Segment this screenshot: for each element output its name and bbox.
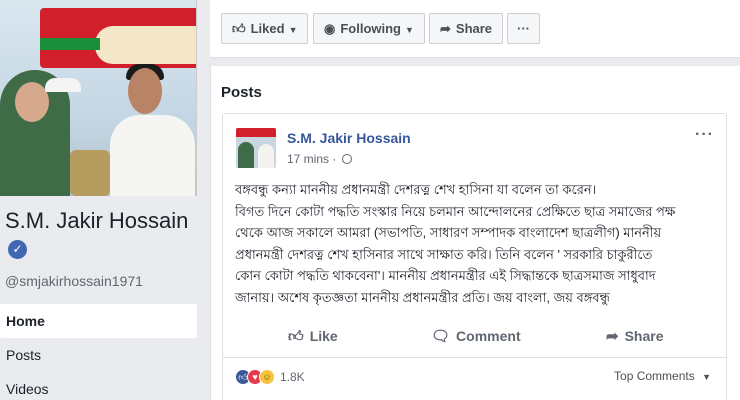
comment-button[interactable]: 🗨︎ Comment xyxy=(431,319,521,353)
top-comments-label: Top Comments xyxy=(614,369,695,383)
chevron-down-icon: ▼ xyxy=(288,25,298,35)
photo-banner-stripe xyxy=(40,38,100,50)
post-text-line: বঙ্গবন্ধু কন্যা মাননীয় প্রধানমন্ত্রী দে… xyxy=(235,182,597,197)
comment-bubble-icon: 🗨︎ xyxy=(431,328,451,345)
globe-icon xyxy=(341,154,352,164)
post-timestamp[interactable]: 17 mins · xyxy=(287,152,352,166)
avatar-banner xyxy=(236,128,276,137)
post-body: বঙ্গবন্ধু কন্যা মাননীয় প্রধানমন্ত্রী দে… xyxy=(235,179,715,308)
profile-photo[interactable] xyxy=(0,0,197,196)
post-text-line: প্রধানমন্ত্রী দেশরত্ন শেখ হাসিনার সাথে স… xyxy=(235,246,653,262)
share-page-button[interactable]: ➦ Share xyxy=(429,13,504,44)
photo-award xyxy=(70,150,110,196)
liked-button[interactable]: 👍︎ Liked ▼ xyxy=(221,13,309,44)
post-time-text: 17 mins xyxy=(287,152,330,166)
nav-item-videos[interactable]: Videos xyxy=(0,372,197,400)
thumbs-up-icon: 👍︎ xyxy=(232,21,246,36)
photo-cap xyxy=(45,78,81,92)
post-text-line: বিগত দিনে কোটা পদ্ধতি সংস্কার নিয়ে চলমা… xyxy=(235,203,676,219)
share-label: Share xyxy=(624,328,664,344)
post-card: S.M. Jakir Hossain 17 mins · ··· বঙ্গবন্… xyxy=(222,113,727,400)
following-label: Following xyxy=(340,21,401,36)
following-button[interactable]: ◉ Following ▼ xyxy=(313,13,425,44)
share-button[interactable]: ➦ Share xyxy=(606,319,664,353)
share-arrow-icon: ➦ xyxy=(606,328,619,345)
rss-icon: ◉ xyxy=(324,21,336,36)
photo-person-right-face xyxy=(128,68,162,114)
liked-label: Liked xyxy=(250,21,285,36)
photo-person-right xyxy=(110,115,195,196)
chevron-down-icon: ▼ xyxy=(405,25,414,35)
avatar[interactable] xyxy=(236,128,276,168)
page-action-bar: 👍︎ Liked ▼ ◉ Following ▼ ➦ Share ··· xyxy=(210,0,740,58)
chevron-down-icon: ▼ xyxy=(702,372,711,382)
post-menu-button[interactable]: ··· xyxy=(695,126,714,144)
avatar-person-right xyxy=(258,144,274,168)
nav-item-posts[interactable]: Posts xyxy=(0,338,197,372)
post-author-link[interactable]: S.M. Jakir Hossain xyxy=(287,130,411,146)
thumbs-up-icon: 👍︎ xyxy=(288,328,304,345)
like-label: Like xyxy=(309,328,338,344)
verified-badge-icon: ✓ xyxy=(8,240,27,259)
post-text-line: জানায়। অশেষ কৃতজ্ঞতা মাননীয় প্রধানমন্ত… xyxy=(235,289,610,305)
photo-banner xyxy=(40,8,196,68)
share-arrow-icon: ➦ xyxy=(440,21,451,36)
avatar-person-left xyxy=(238,142,254,168)
reaction-count: 1.8K xyxy=(280,370,305,384)
left-column: S.M. Jakir Hossain✓ @smjakirhossain1971 … xyxy=(0,0,205,400)
comment-label: Comment xyxy=(456,328,521,344)
divider xyxy=(223,357,726,358)
photo-banner-inner xyxy=(95,26,196,64)
page-title: S.M. Jakir Hossain ✓ xyxy=(5,208,195,260)
page-nav: Home Posts Videos xyxy=(0,304,197,400)
photo-person-left-face xyxy=(15,82,49,122)
more-options-button[interactable]: ··· xyxy=(507,13,540,44)
top-comments-dropdown[interactable]: Top Comments ▼ xyxy=(614,369,711,383)
nav-item-home[interactable]: Home xyxy=(0,304,197,338)
post-text-line: কোন কোটা পদ্ধতি থাকবেনা'। মাননীয় প্রধান… xyxy=(235,268,656,283)
share-page-label: Share xyxy=(455,21,493,36)
like-button[interactable]: 👍︎ Like xyxy=(288,319,338,353)
page-name-text: S.M. Jakir Hossain xyxy=(5,208,189,233)
post-text-line: থেকে আজ সকালে আমরা (সভাপতি, সাধারণ সম্পা… xyxy=(235,225,662,240)
haha-reaction-icon: ☺ xyxy=(259,369,275,385)
post-actions: 👍︎ Like 🗨︎ Comment ➦ Share xyxy=(223,319,726,353)
posts-heading: Posts xyxy=(221,84,262,101)
page-handle[interactable]: @smjakirhossain1971 xyxy=(5,273,143,289)
